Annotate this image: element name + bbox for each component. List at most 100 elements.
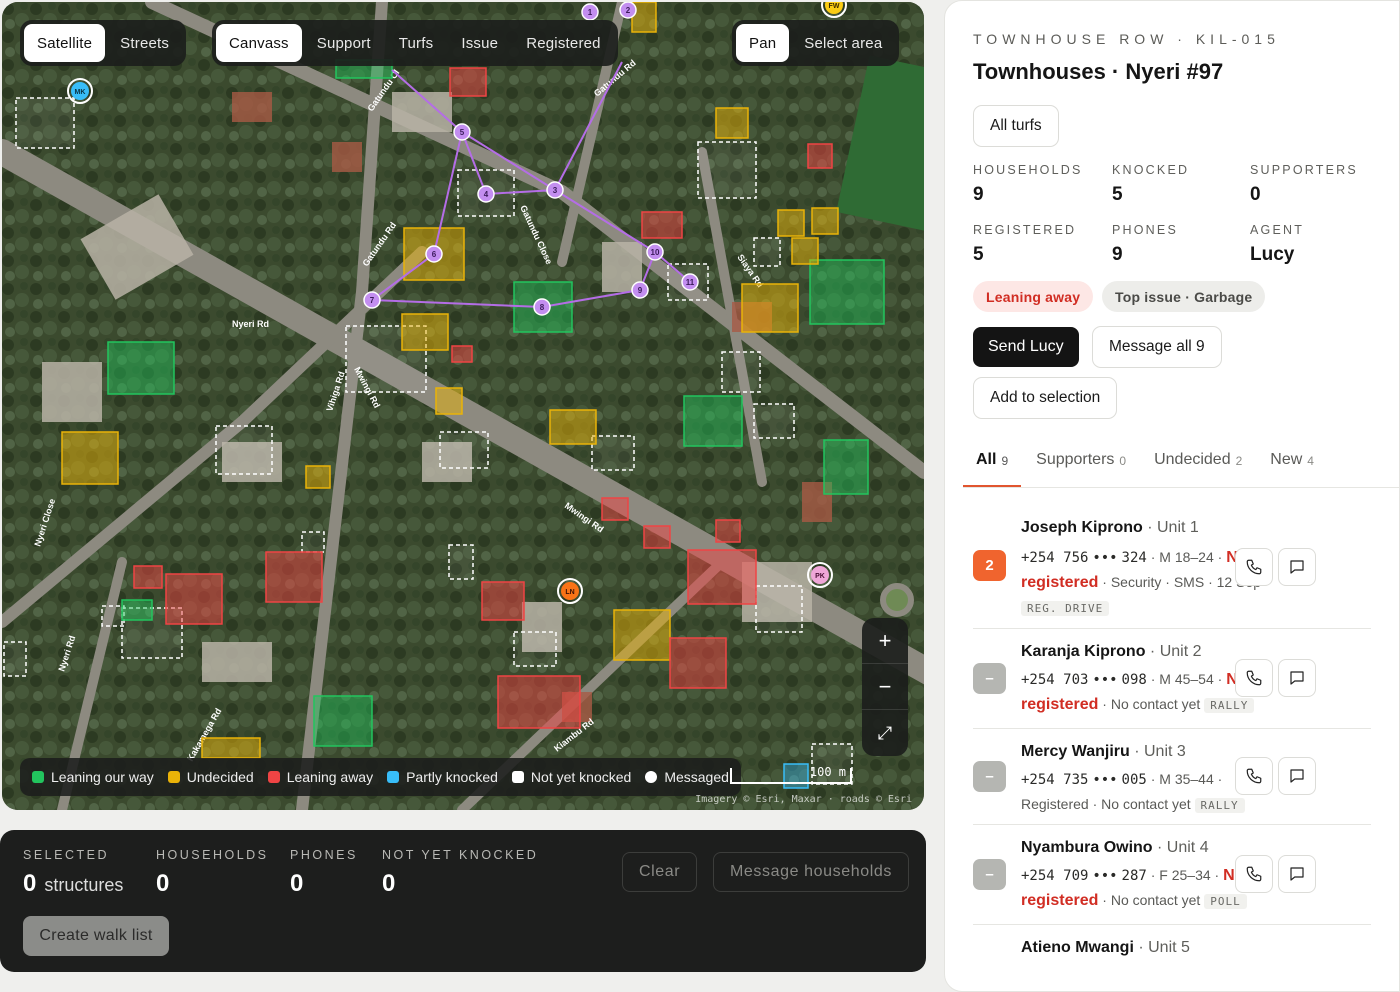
route-stop-9: 9 xyxy=(631,281,649,299)
structure-undecided xyxy=(613,609,671,661)
household-row[interactable]: Atieno Mwangi · Unit 5 xyxy=(973,925,1371,991)
map-canvas[interactable]: Gatundu Cl Gatundu Rd Gatundu Close Gatu… xyxy=(2,2,924,810)
legend-label: Leaning our way xyxy=(51,769,154,785)
message-button[interactable] xyxy=(1278,548,1316,586)
stat-supporters: SUPPORTERS 0 xyxy=(1250,163,1358,206)
svg-text:5: 5 xyxy=(460,128,465,137)
event-tag: REG. DRIVE xyxy=(1021,601,1110,616)
stat-value: 9 xyxy=(973,184,984,205)
structure-leaning-away xyxy=(715,519,741,543)
message-button[interactable] xyxy=(1278,659,1316,697)
green-swatch-icon xyxy=(32,771,44,783)
top-issue-pill: Top issue · Garbage xyxy=(1102,281,1266,312)
separator: · xyxy=(1129,743,1144,760)
phone-icon xyxy=(1246,670,1262,686)
create-walk-list-button[interactable]: Create walk list xyxy=(23,916,169,956)
phone-suffix: 287 xyxy=(1121,868,1147,884)
mode-support-button[interactable]: Support xyxy=(304,24,384,62)
stat-label: PHONES xyxy=(1112,223,1178,237)
svg-text:8: 8 xyxy=(540,303,545,312)
household-row[interactable]: – Karanja Kiprono · Unit 2 +254 703 ••• … xyxy=(973,629,1371,729)
structure-leaning-away xyxy=(643,525,671,549)
clear-selection-button[interactable]: Clear xyxy=(622,852,698,892)
masked-digits: ••• xyxy=(1092,772,1118,788)
chat-icon xyxy=(1290,769,1304,783)
structure-undecided xyxy=(811,207,839,235)
message-button[interactable] xyxy=(1278,855,1316,893)
tab-new[interactable]: New 4 xyxy=(1257,441,1327,487)
legend-label: Partly knocked xyxy=(406,769,498,785)
stat-value-group: 0 xyxy=(290,870,358,898)
tab-all[interactable]: All 9 xyxy=(963,441,1022,487)
mode-issue-button[interactable]: Issue xyxy=(448,24,511,62)
masked-digits: ••• xyxy=(1092,672,1118,688)
tab-undecided[interactable]: Undecided 2 xyxy=(1141,441,1255,487)
stat-value: 0 xyxy=(290,870,304,897)
tab-label: Undecided xyxy=(1154,451,1231,468)
svg-text:PK: PK xyxy=(815,573,825,580)
message-households-button[interactable]: Message households xyxy=(713,852,910,892)
structure-not-knocked xyxy=(721,351,761,393)
svg-text:9: 9 xyxy=(638,286,643,295)
basemap-streets-button[interactable]: Streets xyxy=(107,24,182,62)
resident-name: Atieno Mwangi xyxy=(1021,939,1134,956)
add-to-selection-button[interactable]: Add to selection xyxy=(973,377,1118,419)
zoom-in-button[interactable]: + xyxy=(862,618,908,664)
households-stat: HOUSEHOLDS 0 xyxy=(156,848,269,898)
stat-value: 9 xyxy=(1112,244,1123,265)
basemap-satellite-button[interactable]: Satellite xyxy=(24,24,106,62)
mode-registered-button[interactable]: Registered xyxy=(513,24,614,62)
selection-bar: SELECTED 0 structures HOUSEHOLDS 0 PHONE… xyxy=(0,830,926,972)
stat-label: AGENT xyxy=(1250,223,1305,237)
stat-label: HOUSEHOLDS xyxy=(156,848,269,862)
mode-turfs-button[interactable]: Turfs xyxy=(386,24,447,62)
household-name: Joseph Kiprono · Unit 1 xyxy=(1021,519,1199,537)
message-all-button[interactable]: Message all 9 xyxy=(1092,326,1222,368)
mode-canvass-button[interactable]: Canvass xyxy=(216,24,302,62)
send-agent-button[interactable]: Send Lucy xyxy=(973,327,1079,367)
contact-detail: No contact yet xyxy=(1101,796,1191,812)
phone-suffix: 005 xyxy=(1121,772,1147,788)
stat-value: 0 xyxy=(1250,184,1261,205)
call-button[interactable] xyxy=(1235,548,1273,586)
zoom-controls: + − ⤢ xyxy=(862,618,908,756)
stat-label: NOT YET KNOCKED xyxy=(382,848,539,862)
svg-text:LN: LN xyxy=(565,589,574,596)
message-button[interactable] xyxy=(1278,757,1316,795)
call-button[interactable] xyxy=(1235,757,1273,795)
tab-supporters[interactable]: Supporters 0 xyxy=(1023,441,1139,487)
phone-prefix: +254 709 xyxy=(1021,868,1089,884)
household-row[interactable]: – Nyambura Owino · Unit 4 +254 709 ••• 2… xyxy=(973,825,1371,925)
all-turfs-button[interactable]: All turfs xyxy=(973,105,1059,147)
call-button[interactable] xyxy=(1235,659,1273,697)
red-swatch-icon xyxy=(267,771,280,783)
household-filter-tabs: All 9 Supporters 0 Undecided 2 New 4 xyxy=(963,441,1399,488)
household-name: Nyambura Owino · Unit 4 xyxy=(1021,839,1209,857)
svg-text:6: 6 xyxy=(432,250,437,259)
phone-icon xyxy=(1246,559,1262,575)
svg-text:3: 3 xyxy=(553,186,558,195)
tool-select-area-button[interactable]: Select area xyxy=(791,24,895,62)
zoom-out-button[interactable]: − xyxy=(862,664,908,710)
road-label: Nyeri Rd xyxy=(232,319,269,329)
stat-value-group: 0 xyxy=(156,870,269,898)
legend-item-partly-knocked: Partly knocked xyxy=(387,769,498,785)
tab-label: All xyxy=(976,451,997,468)
agent-marker-ln: LN xyxy=(557,578,583,604)
household-row[interactable]: 2 Joseph Kiprono · Unit 1 +254 756 ••• 3… xyxy=(973,501,1371,629)
visit-count-badge: – xyxy=(973,761,1006,792)
structure-not-knocked xyxy=(101,605,125,627)
call-button[interactable] xyxy=(1235,855,1273,893)
fullscreen-button[interactable]: ⤢ xyxy=(862,710,908,756)
tool-pan-button[interactable]: Pan xyxy=(736,24,790,62)
household-row[interactable]: – Mercy Wanjiru · Unit 3 +254 735 ••• 00… xyxy=(973,729,1371,825)
phone-icon xyxy=(1246,768,1262,784)
stat-label: PHONES xyxy=(290,848,358,862)
satellite-imagery[interactable]: Gatundu Cl Gatundu Rd Gatundu Close Gatu… xyxy=(2,2,924,810)
chat-icon xyxy=(1290,671,1304,685)
stat-registered: REGISTERED 5 xyxy=(973,223,1076,266)
tab-label: New xyxy=(1270,451,1303,468)
not-yet-knocked-stat: NOT YET KNOCKED 0 xyxy=(382,848,538,898)
phone-prefix: +254 756 xyxy=(1021,550,1089,566)
stat-value: 0 xyxy=(156,870,170,897)
